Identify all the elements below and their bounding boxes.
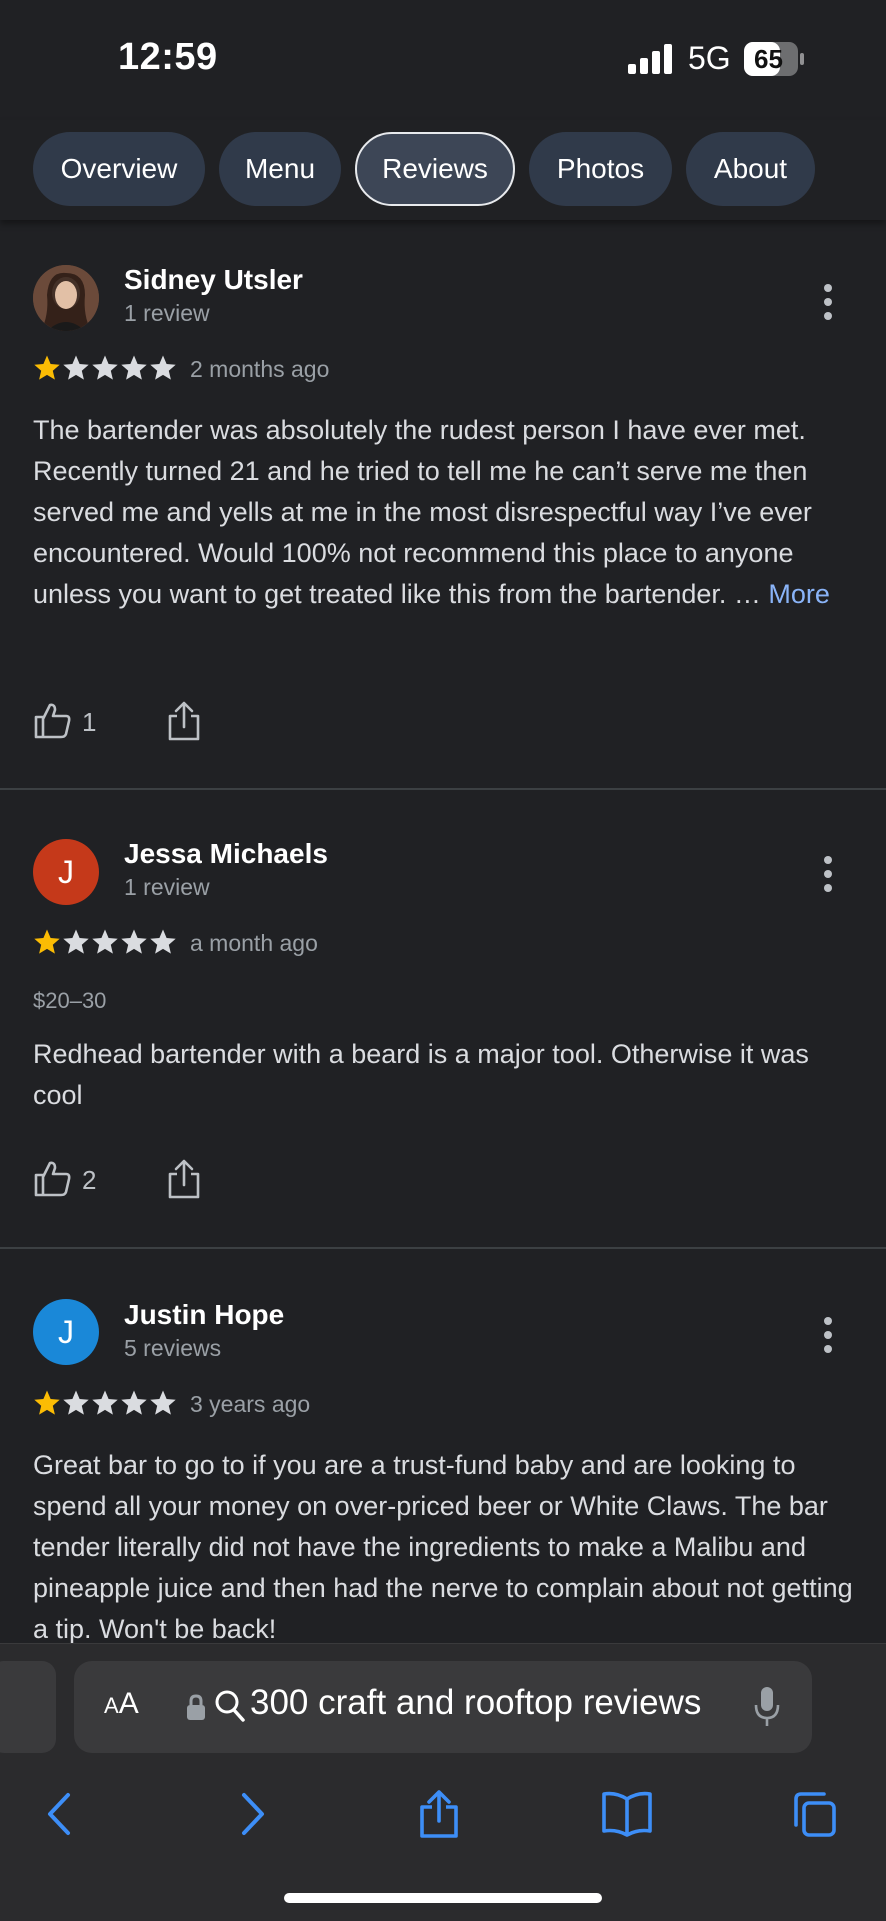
search-icon — [215, 1690, 245, 1722]
star-empty-icon — [121, 1390, 147, 1415]
review-text: Redhead bartender with a beard is a majo… — [33, 1039, 809, 1110]
thumbs-up-icon[interactable] — [33, 1158, 73, 1198]
star-empty-icon — [150, 929, 176, 954]
thumbs-up-icon[interactable] — [33, 700, 73, 740]
star-empty-icon — [121, 355, 147, 380]
like-count: 1 — [82, 707, 97, 737]
share-icon[interactable] — [166, 1158, 202, 1200]
review-count: 5 reviews — [124, 1335, 222, 1361]
tabs-icon[interactable] — [792, 1789, 838, 1839]
review-date: 3 years ago — [190, 1391, 311, 1417]
tab-reviews[interactable]: Reviews — [355, 132, 515, 206]
home-indicator[interactable] — [284, 1893, 602, 1903]
network-type: 5G — [688, 40, 731, 76]
more-options-icon[interactable] — [815, 852, 841, 896]
review-count: 1 review — [124, 300, 210, 326]
previous-tab-preview[interactable] — [0, 1661, 56, 1753]
tab-about[interactable]: About — [686, 132, 815, 206]
review-date: a month ago — [190, 930, 318, 956]
like-count: 2 — [82, 1165, 97, 1195]
forward-icon[interactable] — [230, 1789, 276, 1839]
cellular-signal-icon — [628, 44, 672, 74]
review-text: The bartender was absolutely the rudest … — [33, 415, 830, 609]
more-options-icon[interactable] — [815, 1313, 841, 1357]
star-filled-icon — [34, 929, 60, 954]
review-card: J Jessa Michaels 1 review a month ago $2… — [0, 790, 886, 1248]
reviewer-name[interactable]: Jessa Michaels — [124, 838, 328, 870]
star-empty-icon — [92, 355, 118, 380]
review-count: 1 review — [124, 874, 210, 900]
star-empty-icon — [150, 355, 176, 380]
url-text[interactable]: 300 craft and rooftop reviews — [250, 1683, 701, 1723]
microphone-icon[interactable] — [754, 1685, 780, 1729]
star-rating — [33, 928, 178, 958]
more-link[interactable]: More — [768, 579, 830, 609]
browser-toolbar: AA 300 craft and rooftop reviews — [0, 1643, 886, 1921]
star-empty-icon — [63, 355, 89, 380]
avatar[interactable] — [33, 265, 99, 331]
review-text: Great bar to go to if you are a trust-fu… — [33, 1450, 853, 1644]
star-empty-icon — [150, 1390, 176, 1415]
tab-overview[interactable]: Overview — [33, 132, 205, 206]
avatar[interactable]: J — [33, 1299, 99, 1365]
avatar[interactable]: J — [33, 839, 99, 905]
tab-menu[interactable]: Menu — [219, 132, 341, 206]
status-time: 12:59 — [118, 36, 218, 78]
star-empty-icon — [63, 929, 89, 954]
reviewer-name[interactable]: Sidney Utsler — [124, 264, 303, 296]
reviewer-name[interactable]: Justin Hope — [124, 1299, 284, 1331]
review-card: Sidney Utsler 1 review 2 months ago The … — [0, 220, 886, 788]
star-empty-icon — [63, 1390, 89, 1415]
place-tabs: Overview Menu Reviews Photos About — [0, 120, 886, 220]
share-icon[interactable] — [416, 1789, 462, 1839]
status-bar: 12:59 5G 65 — [0, 0, 886, 120]
share-icon[interactable] — [166, 700, 202, 742]
star-rating — [33, 1389, 178, 1419]
star-filled-icon — [34, 355, 60, 380]
lock-icon — [187, 1694, 205, 1720]
star-rating — [33, 354, 178, 384]
bookmarks-icon[interactable] — [600, 1789, 654, 1839]
text-size-button[interactable]: AA — [104, 1687, 139, 1721]
address-bar[interactable]: AA 300 craft and rooftop reviews — [74, 1661, 812, 1753]
tab-photos[interactable]: Photos — [529, 132, 672, 206]
back-icon[interactable] — [36, 1789, 82, 1839]
review-date: 2 months ago — [190, 356, 330, 382]
battery-icon: 65 — [744, 42, 804, 76]
star-empty-icon — [92, 1390, 118, 1415]
more-options-icon[interactable] — [815, 280, 841, 324]
price-range: $20–30 — [33, 988, 107, 1013]
star-filled-icon — [34, 1390, 60, 1415]
battery-level: 65 — [754, 44, 783, 74]
star-empty-icon — [121, 929, 147, 954]
review-card: J Justin Hope 5 reviews 3 years ago Grea… — [0, 1249, 886, 1644]
star-empty-icon — [92, 929, 118, 954]
